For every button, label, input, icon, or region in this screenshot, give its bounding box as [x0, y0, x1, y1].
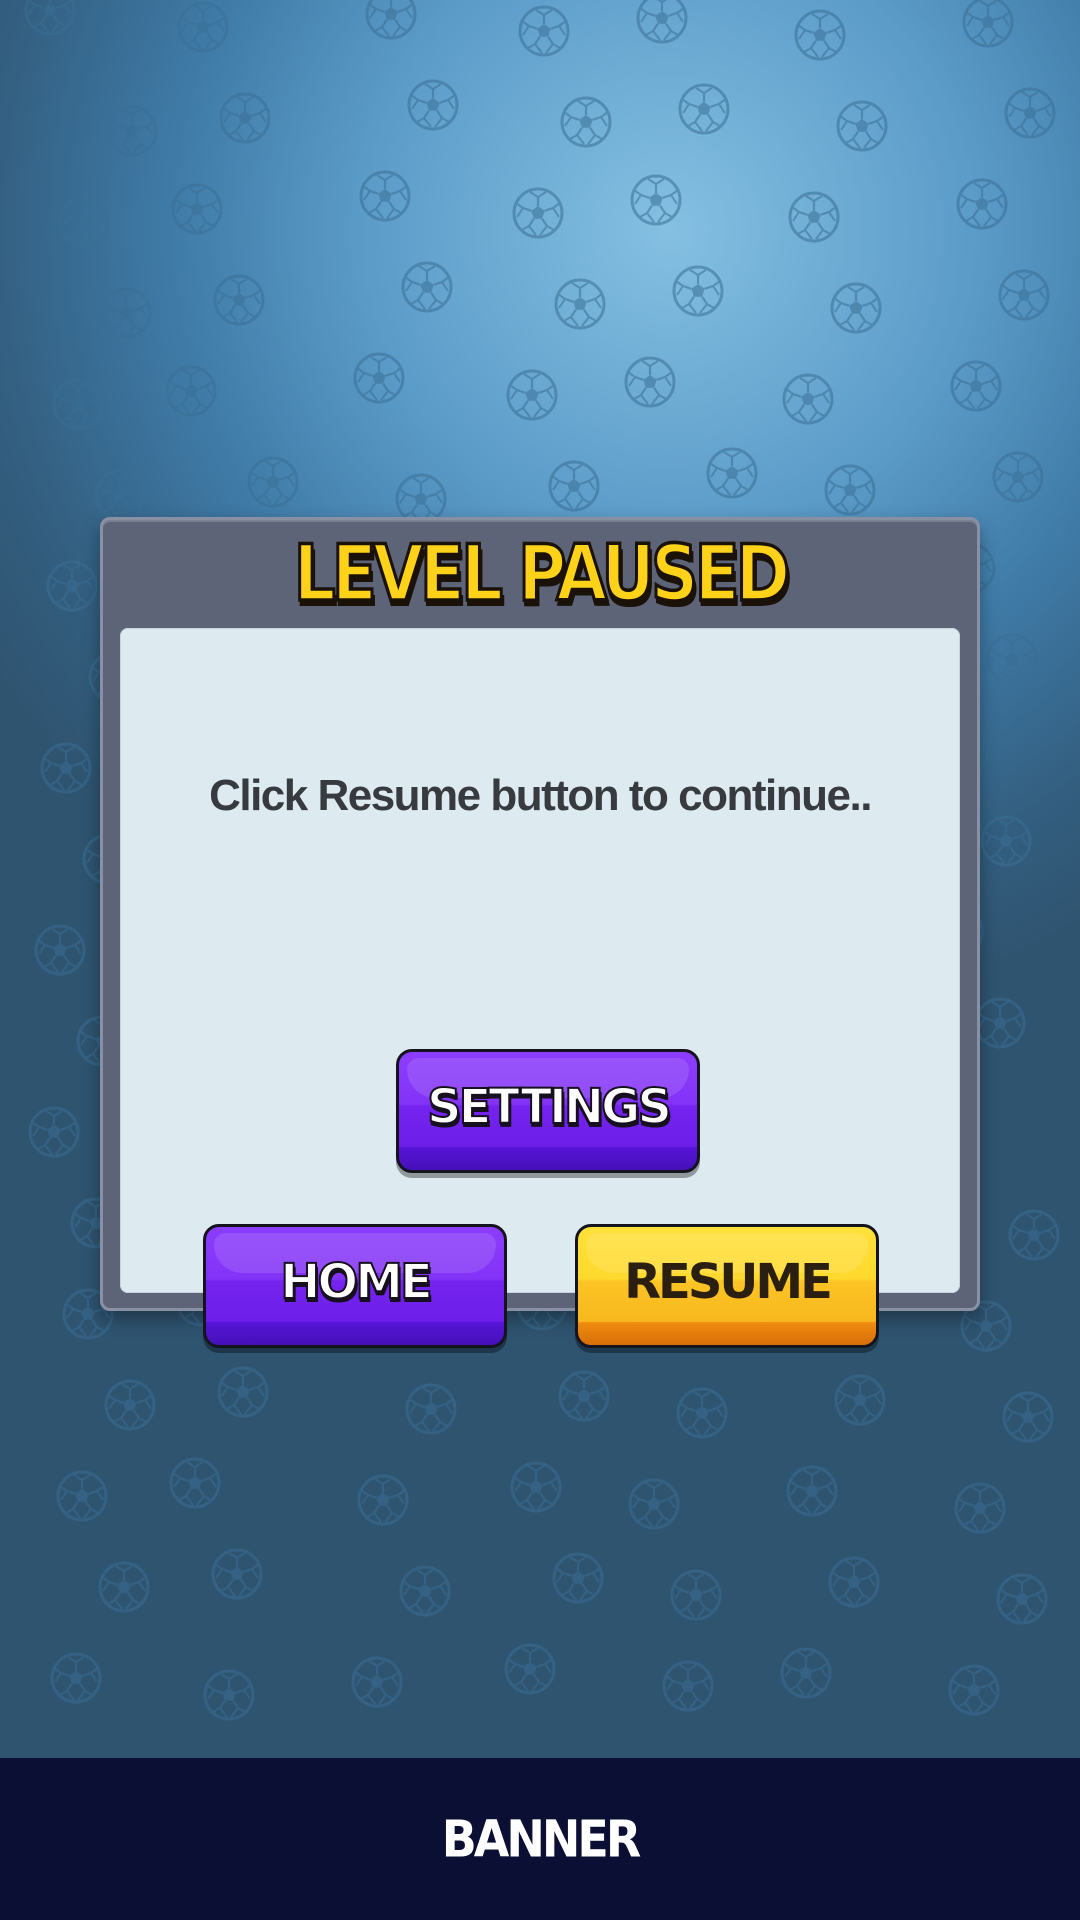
home-button-label: HOME — [279, 1253, 434, 1311]
soccer-ball-icon — [169, 1457, 221, 1509]
soccer-ball-icon — [52, 378, 104, 430]
soccer-ball-icon — [98, 1561, 150, 1613]
soccer-ball-icon — [998, 269, 1050, 321]
soccer-ball-icon — [407, 79, 459, 131]
banner-label: BANNER — [441, 1809, 642, 1869]
soccer-ball-icon — [630, 174, 682, 226]
soccer-ball-icon — [980, 815, 1032, 867]
soccer-ball-icon — [706, 447, 758, 499]
soccer-ball-icon — [828, 1556, 880, 1608]
soccer-ball-icon — [552, 1552, 604, 1604]
soccer-ball-icon — [786, 1465, 838, 1517]
soccer-ball-icon — [996, 1573, 1048, 1625]
soccer-ball-icon — [636, 0, 688, 44]
soccer-ball-icon — [962, 0, 1014, 48]
soccer-ball-icon — [56, 1470, 108, 1522]
soccer-ball-icon — [672, 265, 724, 317]
soccer-ball-icon — [58, 196, 110, 248]
soccer-ball-icon — [401, 261, 453, 313]
soccer-ball-icon — [628, 1478, 680, 1530]
soccer-ball-icon — [395, 473, 447, 525]
soccer-ball-icon — [548, 460, 600, 512]
soccer-ball-icon — [359, 170, 411, 222]
soccer-ball-icon — [365, 0, 417, 40]
soccer-ball-icon — [510, 1461, 562, 1513]
settings-button-label: SETTINGS — [426, 1078, 673, 1136]
soccer-ball-icon — [560, 96, 612, 148]
soccer-ball-icon — [782, 373, 834, 425]
soccer-ball-icon — [554, 278, 606, 330]
soccer-ball-icon — [50, 1652, 102, 1704]
soccer-ball-icon — [353, 352, 405, 404]
soccer-ball-icon — [171, 183, 223, 235]
soccer-ball-icon — [165, 365, 217, 417]
soccer-ball-icon — [986, 633, 1038, 685]
soccer-ball-icon — [351, 1656, 403, 1708]
soccer-ball-icon — [558, 1370, 610, 1422]
soccer-ball-icon — [211, 1548, 263, 1600]
soccer-ball-icon — [948, 1664, 1000, 1716]
soccer-ball-icon — [203, 1669, 255, 1721]
home-button[interactable]: HOME — [203, 1224, 507, 1348]
soccer-ball-icon — [219, 92, 271, 144]
ad-banner[interactable]: BANNER — [0, 1758, 1080, 1920]
soccer-ball-icon — [405, 1383, 457, 1435]
soccer-ball-icon — [504, 1643, 556, 1695]
soccer-ball-icon — [950, 360, 1002, 412]
soccer-ball-icon — [662, 1660, 714, 1712]
soccer-ball-icon — [217, 1366, 269, 1418]
soccer-ball-icon — [992, 451, 1044, 503]
soccer-ball-icon — [794, 9, 846, 61]
soccer-ball-icon — [836, 100, 888, 152]
dialog-panel: Click Resume button to continue.. SETTIN… — [120, 628, 960, 1348]
soccer-ball-icon — [1002, 1391, 1054, 1443]
soccer-ball-icon — [213, 274, 265, 326]
soccer-ball-icon — [788, 191, 840, 243]
soccer-ball-icon — [518, 5, 570, 57]
resume-button-label: RESUME — [624, 1254, 833, 1310]
pause-dialog: LEVEL PAUSED Click Resume button to cont… — [100, 517, 980, 1348]
soccer-ball-icon — [24, 0, 76, 36]
soccer-ball-icon — [624, 356, 676, 408]
resume-button[interactable]: RESUME — [575, 1224, 879, 1348]
soccer-ball-icon — [1004, 87, 1056, 139]
soccer-ball-icon — [357, 1474, 409, 1526]
soccer-ball-icon — [824, 464, 876, 516]
soccer-ball-icon — [34, 924, 86, 976]
soccer-ball-icon — [28, 1106, 80, 1158]
soccer-ball-icon — [956, 178, 1008, 230]
game-screen: LEVEL PAUSED Click Resume button to cont… — [0, 0, 1080, 1920]
soccer-ball-icon — [954, 1482, 1006, 1534]
soccer-ball-icon — [830, 282, 882, 334]
settings-button[interactable]: SETTINGS — [396, 1049, 700, 1173]
soccer-ball-icon — [1008, 1209, 1060, 1261]
soccer-ball-icon — [100, 287, 152, 339]
soccer-ball-icon — [399, 1565, 451, 1617]
soccer-ball-icon — [177, 1, 229, 53]
soccer-ball-icon — [676, 1387, 728, 1439]
soccer-ball-icon — [512, 187, 564, 239]
soccer-ball-icon — [106, 105, 158, 157]
soccer-ball-icon — [780, 1647, 832, 1699]
soccer-ball-icon — [670, 1569, 722, 1621]
soccer-ball-icon — [40, 742, 92, 794]
soccer-ball-icon — [104, 1379, 156, 1431]
soccer-ball-icon — [247, 456, 299, 508]
soccer-ball-icon — [94, 469, 146, 521]
soccer-ball-icon — [678, 83, 730, 135]
soccer-ball-icon — [834, 1374, 886, 1426]
dialog-title: LEVEL PAUSED — [292, 527, 792, 619]
soccer-ball-icon — [974, 997, 1026, 1049]
soccer-ball-icon — [506, 369, 558, 421]
soccer-ball-icon — [46, 560, 98, 612]
pause-message: Click Resume button to continue.. — [209, 771, 872, 820]
